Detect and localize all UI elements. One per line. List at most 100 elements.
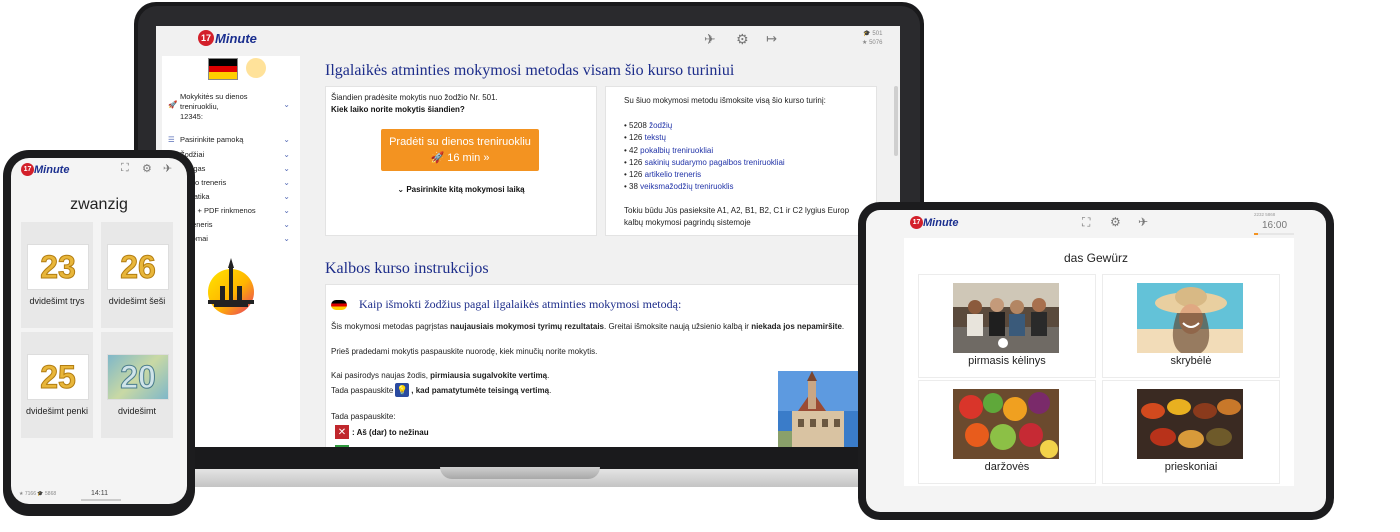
sidebar-item-label: Žodžiai xyxy=(180,150,205,159)
chevron-down-icon: ⌄ xyxy=(283,206,290,215)
answer-image: 26 xyxy=(107,244,169,290)
sidebar-item-label: …logas xyxy=(180,164,283,173)
sidebar-item-daily-trainer[interactable]: 🚀 Mokykitės su dienos treniruokliu, 1234… xyxy=(168,92,290,122)
answer-tile[interactable]: daržovės xyxy=(918,380,1096,484)
section-title: Kalbos kurso instrukcijos xyxy=(325,260,489,277)
item-count: 38 xyxy=(629,182,638,192)
site-logo[interactable]: 17 Minute xyxy=(198,30,257,46)
link-article-trainer[interactable]: artikelio treneris xyxy=(645,170,701,179)
graduation-icon: 🎓 xyxy=(37,491,44,497)
star-icon: ★ xyxy=(19,491,24,497)
scrollbar[interactable] xyxy=(894,86,898,156)
instructions-p6: ✕ : Aš (dar) to nežinau xyxy=(335,425,429,439)
button-arrow: » xyxy=(483,152,490,164)
euro-banknote-image: 20 xyxy=(107,354,169,400)
answer-label: dvidešimt šeši xyxy=(108,296,166,306)
exit-icon[interactable]: ⛶ xyxy=(1082,215,1090,230)
mute-icon[interactable]: ✈ xyxy=(704,31,716,48)
chevron-down-icon: ⌄ xyxy=(283,135,290,144)
cefr-text: Tokiu būdu Jūs pasieksite A1, A2, B1, B2… xyxy=(624,205,849,229)
logo-number: 17 xyxy=(910,216,923,229)
text: . xyxy=(549,385,552,395)
laptop-hinge xyxy=(156,447,900,467)
text-bold: niekada jos nepamiršite xyxy=(751,322,842,331)
answer-label: prieskoniai xyxy=(1164,461,1218,473)
link-verb-trainer[interactable]: veiksmažodžių treniruoklis xyxy=(640,182,733,191)
chevron-down-icon: ⌄ xyxy=(283,100,290,109)
exit-icon[interactable]: ⛶ xyxy=(121,162,129,175)
flag-germany-icon[interactable] xyxy=(208,58,238,80)
link-words[interactable]: žodžių xyxy=(649,121,672,130)
chevron-down-icon: ⌄ xyxy=(283,234,290,243)
chevron-down-icon: ⌄ xyxy=(283,178,290,187)
city-emblem-icon xyxy=(208,258,254,315)
answer-tile[interactable]: 25 dvidešimt penki xyxy=(21,332,93,438)
gear-icon[interactable]: ⚙ xyxy=(142,162,152,175)
stars-count: 7166 xyxy=(24,491,36,497)
list-item: • 38 veiksmažodžių treniruoklis xyxy=(624,182,734,192)
home-indicator xyxy=(81,499,121,501)
text-bold: , kad pamatytumėte teisingą vertimą xyxy=(411,385,550,395)
answer-digits: 26 xyxy=(120,248,157,285)
course-content-list: • 5208 žodžių • 126 tekstų • 42 pokalbių… xyxy=(624,120,785,194)
text: . Greitai išmoksite naują užsienio kalbą… xyxy=(604,322,752,331)
gear-icon[interactable]: ⚙ xyxy=(1110,215,1121,229)
instructions-card: Kaip išmokti žodžius pagal ilgalaikės at… xyxy=(325,284,887,448)
sidebar-item-label: …lbio treneris xyxy=(180,178,227,187)
list-icon: ☰ xyxy=(168,135,175,144)
close-icon: ✕ xyxy=(335,425,349,439)
sidebar-item-label: …domai xyxy=(180,234,283,243)
answer-tile[interactable]: prieskoniai xyxy=(1102,380,1280,484)
answer-image: 23 xyxy=(27,244,89,290)
answer-label: skrybėlė xyxy=(1170,355,1212,367)
tablet-screen: 17 Minute ⛶ ⚙ ✈ 2232 5868 16:00 das Gewü… xyxy=(866,210,1326,512)
answer-image: 25 xyxy=(27,354,89,400)
page-title: Ilgalaikės atminties mokymosi metodas vi… xyxy=(325,62,735,79)
phone-timer: 14:11 xyxy=(91,490,108,497)
item-count: 126 xyxy=(629,170,643,180)
site-logo[interactable]: 17 Minute xyxy=(21,163,69,176)
avatar[interactable] xyxy=(246,58,266,78)
stars-count: 5076 xyxy=(869,40,883,46)
text: Kai pasirodys naujas žodis, xyxy=(331,371,431,380)
laptop-notch xyxy=(440,467,600,479)
list-item: • 42 pokalbių treniruokliai xyxy=(624,145,714,155)
choose-other-time-link[interactable]: ⌄ Pasirinkite kitą mokymosi laiką xyxy=(326,185,596,194)
flag-germany-icon xyxy=(331,299,347,310)
question-text: Kiek laiko norite mokytis šiandien? xyxy=(331,105,465,114)
text-bold: naujausiais mokymosi tyrimų rezultatais xyxy=(450,322,604,331)
star-icon: ★ xyxy=(862,40,868,46)
item-count: 126 xyxy=(629,133,643,143)
site-logo[interactable]: 17 Minute xyxy=(910,216,958,229)
phone-screen: 17 Minute ⛶ ⚙ ✈ zwanzig 23 dvidešimt try… xyxy=(11,158,187,504)
answer-tile[interactable]: 20 dvidešimt xyxy=(101,332,173,438)
start-card: Šiandien pradėsite mokytis nuo žodžio Nr… xyxy=(325,86,597,236)
logout-icon[interactable]: ↦ xyxy=(766,31,777,47)
link-sentence-trainer[interactable]: sakinių sudarymo pagalbos treniruokliai xyxy=(645,158,785,167)
answer-digits: 25 xyxy=(40,358,77,395)
answer-digits: 20 xyxy=(120,358,157,395)
sidebar-item-label: …ris + PDF rinkmenos xyxy=(180,206,256,215)
sidebar-item-label: …matika xyxy=(180,192,283,201)
link-dialogs[interactable]: pokalbių treniruokliai xyxy=(640,146,713,155)
vegetables-image xyxy=(953,389,1059,459)
answer-tile[interactable]: pirmasis kėlinys xyxy=(918,274,1096,378)
words-count: 5868 xyxy=(45,491,57,497)
instructions-p1: Šis mokymosi metodas pagrįstas naujausia… xyxy=(331,322,844,331)
mute-icon[interactable]: ✈ xyxy=(163,162,172,175)
link-texts[interactable]: tekstų xyxy=(645,133,666,142)
answer-tile[interactable]: skrybėlė xyxy=(1102,274,1280,378)
spices-image xyxy=(1137,389,1243,459)
answer-tile[interactable]: 26 dvidešimt šeši xyxy=(101,222,173,328)
sidebar-item-lesson[interactable]: ☰ Pasirinkite pamoką ⌄ xyxy=(168,135,290,144)
woman-hat-image xyxy=(1137,283,1243,353)
town-hall-image xyxy=(778,371,858,448)
text: Šis mokymosi metodas pagrįstas xyxy=(331,322,451,331)
gear-icon[interactable]: ⚙ xyxy=(736,31,749,48)
user-stats: 🎓 501 ★ 5076 xyxy=(862,30,882,48)
mute-icon[interactable]: ✈ xyxy=(1138,215,1148,229)
laptop-screen: 17 Minute ✈ ⚙ ↦ 🎓 501 ★ 5076 🚀 Mokykitės… xyxy=(156,26,900,448)
rocket-icon: 🚀 xyxy=(168,100,178,109)
start-daily-trainer-button[interactable]: Pradėti su dienos treniruokliu 🚀 16 min … xyxy=(381,129,539,171)
answer-tile[interactable]: 23 dvidešimt trys xyxy=(21,222,93,328)
